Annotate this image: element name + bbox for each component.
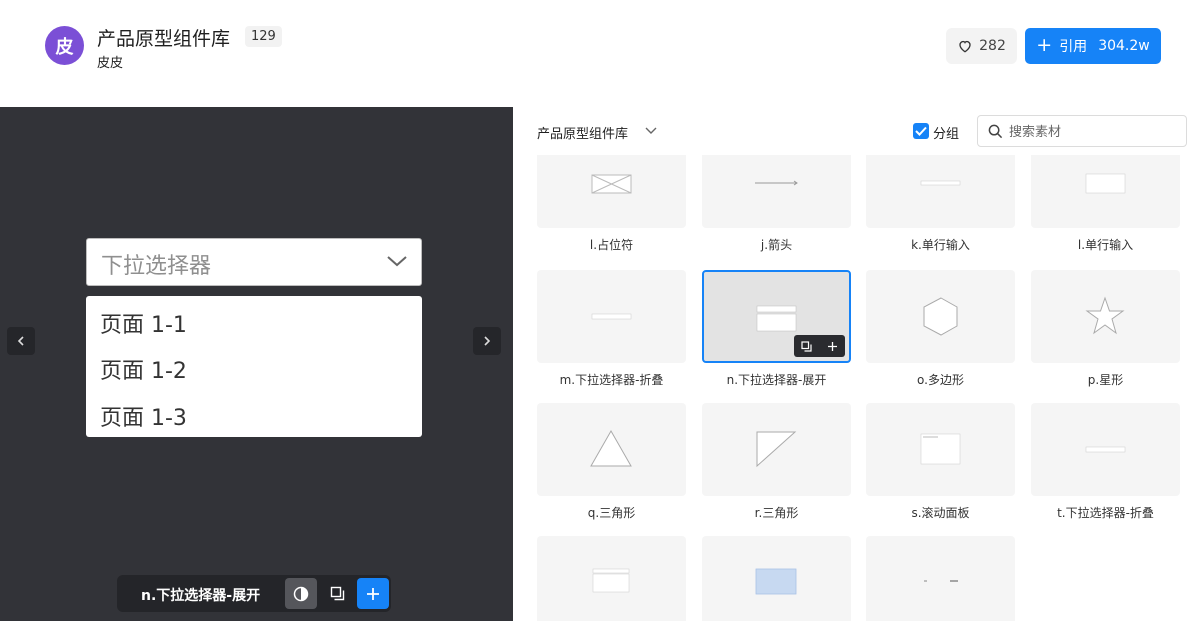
right-triangle-thumb bbox=[702, 403, 851, 496]
dropdown-collapsed-thumb bbox=[1031, 403, 1180, 496]
placeholder-thumb bbox=[537, 155, 686, 228]
plus-icon[interactable] bbox=[827, 341, 838, 352]
like-button[interactable]: 282 bbox=[946, 28, 1017, 64]
component-label: j.箭头 bbox=[760, 238, 793, 252]
dropdown-collapsed-thumb bbox=[537, 270, 686, 363]
author-avatar[interactable]: 皮 bbox=[45, 26, 84, 65]
cite-count: 304.2w bbox=[1098, 38, 1150, 54]
search-input[interactable] bbox=[1009, 122, 1179, 142]
preview-option: 页面 1-1 bbox=[100, 313, 187, 338]
preview-dropdown-placeholder: 下拉选择器 bbox=[101, 254, 212, 279]
like-count: 282 bbox=[979, 38, 1006, 54]
chevron-down-icon bbox=[387, 256, 407, 267]
component-label: m.下拉选择器-折叠 bbox=[559, 373, 664, 387]
input-thumb bbox=[866, 155, 1015, 228]
heart-icon bbox=[959, 40, 971, 53]
dropdown-expanded-thumb bbox=[702, 270, 851, 363]
search-box[interactable] bbox=[977, 115, 1187, 147]
check-icon bbox=[915, 126, 927, 136]
group-label[interactable]: 分组 bbox=[933, 123, 959, 142]
scroll-panel-thumb bbox=[866, 403, 1015, 496]
component-preview: 下拉选择器 页面 1-1 页面 1-2 页面 1-3 n.下拉选择器-展开 bbox=[0, 107, 513, 621]
card-actions bbox=[794, 335, 845, 357]
component-label: n.下拉选择器-展开 bbox=[726, 373, 827, 387]
component-label: r.三角形 bbox=[754, 506, 799, 520]
library-header: 皮 产品原型组件库 129 皮皮 282 + 引用 304.2w bbox=[0, 0, 1193, 107]
library-title: 产品原型组件库 bbox=[97, 28, 231, 50]
component-label: p.星形 bbox=[1087, 373, 1124, 387]
library-selector[interactable]: 产品原型组件库 bbox=[537, 123, 628, 142]
contrast-toggle-button[interactable] bbox=[285, 578, 317, 609]
prev-arrow-button[interactable] bbox=[7, 327, 35, 355]
contrast-icon bbox=[293, 586, 309, 601]
blue-rect-thumb bbox=[702, 536, 851, 621]
chevron-down-icon[interactable] bbox=[645, 126, 657, 136]
component-label: s.滚动面板 bbox=[911, 506, 970, 520]
search-icon bbox=[988, 124, 1003, 139]
preview-option: 页面 1-2 bbox=[100, 359, 187, 384]
component-label: k.单行输入 bbox=[911, 238, 970, 252]
cite-label: 引用 bbox=[1059, 39, 1088, 55]
component-label: o.多边形 bbox=[917, 373, 964, 387]
add-button[interactable] bbox=[357, 578, 389, 609]
group-checkbox[interactable] bbox=[913, 123, 929, 139]
star-thumb bbox=[1031, 270, 1180, 363]
component-label: l.单行输入 bbox=[1077, 238, 1134, 252]
preview-options-list: 页面 1-1 页面 1-2 页面 1-3 bbox=[86, 296, 422, 437]
component-grid: l.占位符 j.箭头 k.单行输入 l.单行输入 m.下拉选择器-折叠 n.下拉… bbox=[537, 155, 1193, 621]
arrow-thumb bbox=[702, 155, 851, 228]
copy-icon bbox=[330, 586, 344, 601]
triangle-thumb bbox=[537, 403, 686, 496]
preview-toolbar: n.下拉选择器-展开 bbox=[117, 575, 391, 612]
plus-icon bbox=[367, 587, 379, 600]
copy-button[interactable] bbox=[321, 578, 353, 609]
cite-button[interactable]: + 引用 304.2w bbox=[1025, 28, 1161, 64]
author-name[interactable]: 皮皮 bbox=[97, 52, 123, 71]
component-count-badge: 129 bbox=[245, 26, 282, 47]
input-thumb bbox=[1031, 155, 1180, 228]
current-component-name: n.下拉选择器-展开 bbox=[141, 588, 261, 604]
component-label: q.三角形 bbox=[587, 506, 636, 520]
next-arrow-button[interactable] bbox=[473, 327, 501, 355]
preview-dropdown: 下拉选择器 bbox=[86, 238, 422, 286]
preview-option: 页面 1-3 bbox=[100, 406, 187, 431]
dropdown-expanded-thumb bbox=[537, 536, 686, 621]
chevron-left-icon bbox=[17, 336, 24, 346]
hexagon-thumb bbox=[866, 270, 1015, 363]
component-label: t.下拉选择器-折叠 bbox=[1057, 506, 1154, 520]
arrow-small-thumb bbox=[866, 536, 1015, 621]
component-label: l.占位符 bbox=[589, 238, 634, 252]
copy-icon[interactable] bbox=[801, 340, 812, 352]
plus-icon: + bbox=[1036, 33, 1053, 56]
chevron-right-icon bbox=[484, 336, 491, 346]
